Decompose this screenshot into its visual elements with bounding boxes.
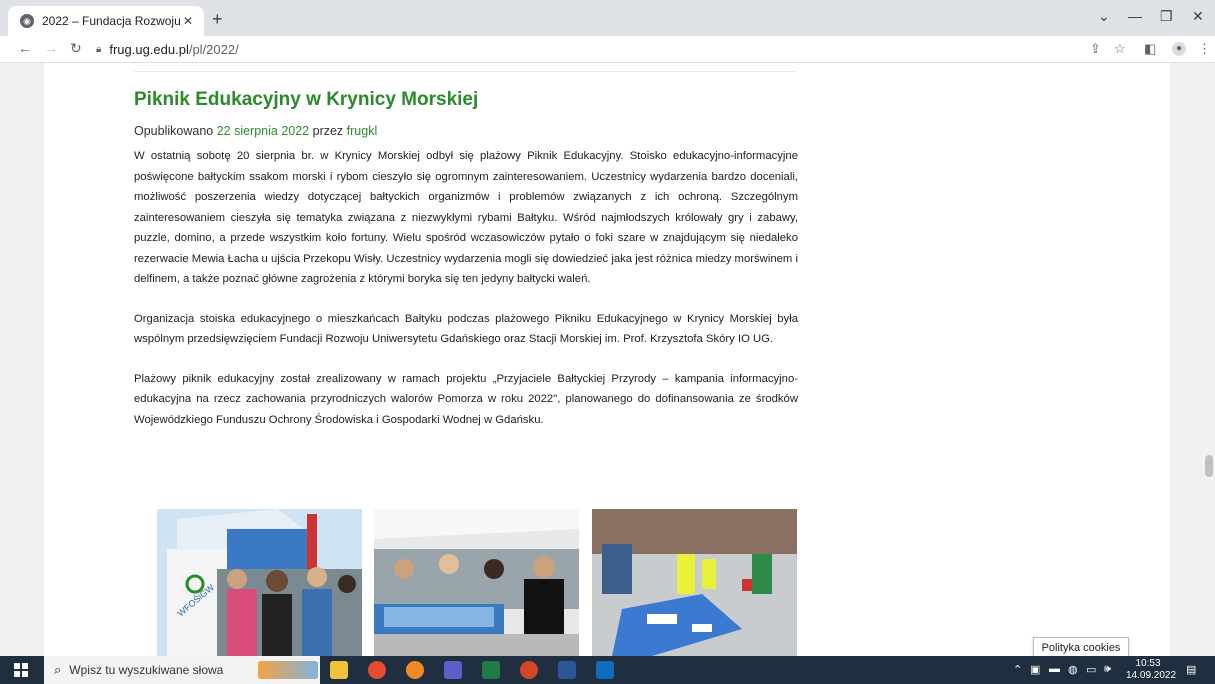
excel-icon[interactable] xyxy=(482,661,500,679)
close-window-icon[interactable]: ✕ xyxy=(1192,8,1204,25)
tab-title: 2022 – Fundacja Rozwoju Uniwer xyxy=(42,14,180,28)
windows-start-icon[interactable] xyxy=(14,663,28,677)
battery-icon[interactable]: ▬ xyxy=(1049,663,1060,675)
powerpoint-icon[interactable] xyxy=(520,661,538,679)
menu-dots-icon[interactable]: ⋮ xyxy=(1198,41,1211,57)
browser-toolbar: ← → ↻ 🔒︎ frug.ug.edu.pl/pl/2022/ ⇪ ☆ ◧ ●… xyxy=(0,36,1215,63)
taskbar: ⌕ Wpisz tu wyszukiwane słowa ⌃ ▣ ▬ ◍ ▭ 🕪… xyxy=(0,656,1215,684)
article-meta: Opublikowano 22 sierpnia 2022 przez frug… xyxy=(134,124,798,138)
reload-icon[interactable]: ↻ xyxy=(70,40,82,57)
notifications-icon[interactable]: ▤ xyxy=(1186,663,1196,676)
firefox-icon[interactable] xyxy=(406,661,424,679)
maximize-icon[interactable]: ❐ xyxy=(1160,8,1173,25)
tab-strip: ◉ 2022 – Fundacja Rozwoju Uniwer ✕ + ⌄ —… xyxy=(0,0,1215,36)
meta-prefix: Opublikowano xyxy=(134,124,217,138)
gallery-photo-2[interactable] xyxy=(374,509,579,656)
profile-avatar-icon[interactable]: ● xyxy=(1172,42,1186,56)
browser-tab[interactable]: ◉ 2022 – Fundacja Rozwoju Uniwer ✕ xyxy=(8,6,204,36)
paragraph-3: Plażowy piknik edukacyjny został zrealiz… xyxy=(134,372,798,426)
clock-date: 14.09.2022 xyxy=(1126,670,1177,681)
share-icon[interactable]: ⇪ xyxy=(1090,41,1101,57)
outlook-icon[interactable] xyxy=(596,661,614,679)
new-tab-icon[interactable]: + xyxy=(212,9,223,30)
globe-icon: ◉ xyxy=(20,14,34,28)
url-host: frug.ug.edu.pl xyxy=(109,41,189,57)
meta-by: przez xyxy=(309,124,347,138)
system-clock[interactable]: 10:53 14.09.2022 xyxy=(1126,658,1177,682)
volume-icon[interactable]: 🕪︎ xyxy=(1104,663,1111,676)
paragraph-1: W ostatnią sobotę 20 sierpnia br. w Kryn… xyxy=(134,150,798,285)
tray-app-icon[interactable]: ▣ xyxy=(1030,663,1040,676)
network-icon[interactable]: ◍ xyxy=(1068,663,1078,676)
bookmark-star-icon[interactable]: ☆ xyxy=(1114,41,1126,57)
file-explorer-icon[interactable] xyxy=(330,661,348,679)
article: Piknik Edukacyjny w Krynicy Morskiej Opu… xyxy=(134,89,798,449)
search-highlight-icon[interactable] xyxy=(258,661,318,679)
teams-icon[interactable] xyxy=(444,661,462,679)
scrollbar-thumb[interactable] xyxy=(1205,455,1213,477)
search-icon: ⌕ xyxy=(54,662,62,677)
divider xyxy=(134,71,796,72)
lock-icon: 🔒︎ xyxy=(96,43,102,55)
url-path: /pl/2022/ xyxy=(188,41,239,57)
chrome-icon[interactable] xyxy=(368,661,386,679)
tray-chevron-icon[interactable]: ⌃ xyxy=(1013,663,1022,676)
search-placeholder: Wpisz tu wyszukiwane słowa xyxy=(69,663,224,677)
forward-icon[interactable]: → xyxy=(44,40,58,56)
address-bar[interactable]: 🔒︎ frug.ug.edu.pl/pl/2022/ xyxy=(96,38,1076,60)
article-body: W ostatnią sobotę 20 sierpnia br. w Kryn… xyxy=(134,146,798,430)
display-icon[interactable]: ▭ xyxy=(1086,663,1096,676)
page-content: Piknik Edukacyjny w Krynicy Morskiej Opu… xyxy=(44,63,1215,656)
word-icon[interactable] xyxy=(558,661,576,679)
close-tab-icon[interactable]: ✕ xyxy=(180,14,196,28)
photo-gallery: WFOŚiGW xyxy=(157,509,797,656)
vertical-scrollbar[interactable] xyxy=(1203,63,1215,656)
back-icon[interactable]: ← xyxy=(18,40,32,56)
side-panel-icon[interactable]: ◧ xyxy=(1144,41,1156,57)
article-title[interactable]: Piknik Edukacyjny w Krynicy Morskiej xyxy=(134,89,798,111)
paragraph-2: Organizacja stoiska edukacyjnego o miesz… xyxy=(134,312,798,346)
tab-search-icon[interactable]: ⌄ xyxy=(1098,8,1110,25)
date-link[interactable]: 22 sierpnia 2022 xyxy=(217,124,309,138)
gallery-photo-3[interactable] xyxy=(592,509,797,656)
gallery-photo-1[interactable]: WFOŚiGW xyxy=(157,509,362,656)
clock-time: 10:53 xyxy=(1135,658,1161,669)
minimize-icon[interactable]: — xyxy=(1128,8,1142,24)
page-viewport: Piknik Edukacyjny w Krynicy Morskiej Opu… xyxy=(0,63,1215,656)
author-link[interactable]: frugkl xyxy=(347,124,378,138)
